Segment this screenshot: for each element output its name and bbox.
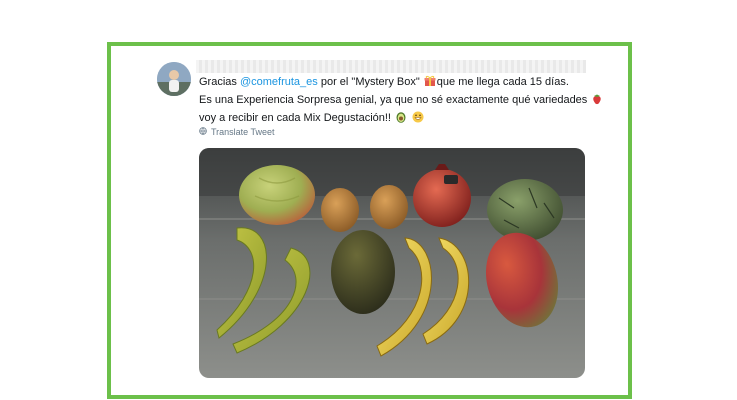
tweet-line-3: voy a recibir en cada Mix Degustación!! xyxy=(199,110,599,128)
mention-link[interactable]: @comefruta_es xyxy=(240,76,318,88)
gift-icon xyxy=(424,75,436,92)
tweet-text: Gracias @comefruta_es por el "Mystery Bo… xyxy=(199,74,602,128)
tweet-text-segment: Gracias xyxy=(199,76,240,88)
avocado-icon xyxy=(395,111,407,128)
blurred-header xyxy=(196,60,586,73)
tweet-text-segment: Es una Experiencia Sorpresa genial, ya q… xyxy=(199,94,588,106)
tweet-text-segment: por el "Mystery Box" xyxy=(317,76,420,88)
strawberry-icon xyxy=(591,93,603,110)
tweet-text-segment: que me llega cada 15 días. xyxy=(436,76,569,88)
translate-tweet-link[interactable]: Translate Tweet xyxy=(199,127,275,137)
tweet-line-1: Gracias @comefruta_es por el "Mystery Bo… xyxy=(199,74,599,92)
translate-label: Translate Tweet xyxy=(211,127,275,137)
tweet-photo[interactable] xyxy=(199,148,585,378)
globe-icon xyxy=(199,127,207,137)
grinning-face-icon xyxy=(412,111,424,128)
avatar[interactable] xyxy=(157,62,191,96)
tweet-line-2: Es una Experiencia Sorpresa genial, ya q… xyxy=(199,92,602,110)
tweet-text-segment: voy a recibir en cada Mix Degustación!! xyxy=(199,112,391,124)
